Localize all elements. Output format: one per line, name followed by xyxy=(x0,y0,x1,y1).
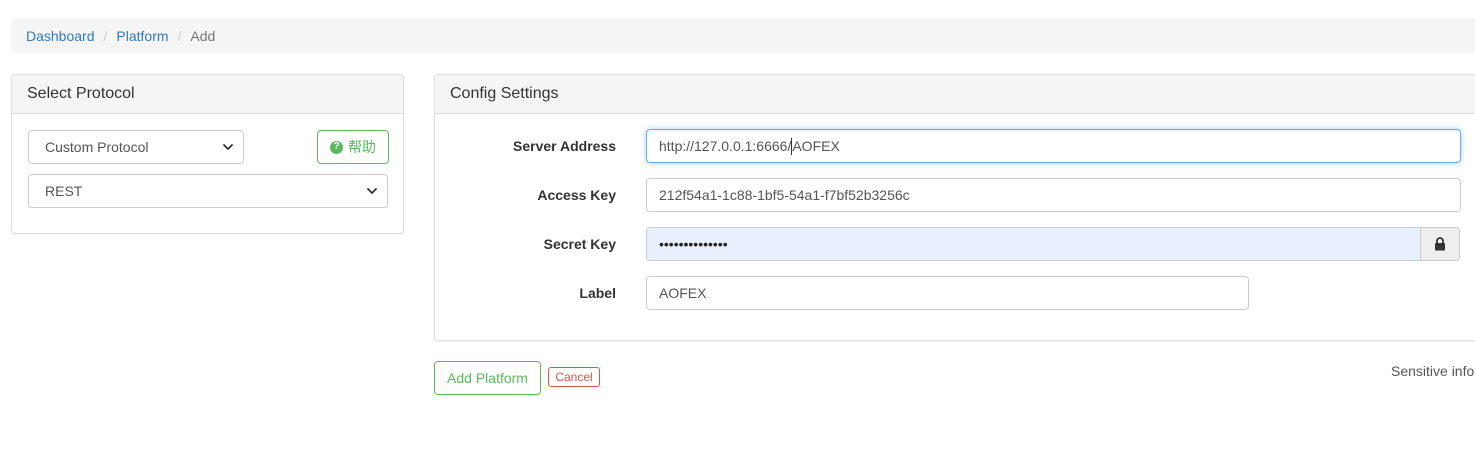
breadcrumb-separator: / xyxy=(103,27,108,44)
breadcrumb-current: Add xyxy=(190,27,216,44)
label-value: AOFEX xyxy=(659,285,707,301)
lock-icon xyxy=(1435,237,1445,251)
protocol-type-select-value: Custom Protocol xyxy=(45,139,149,155)
server-address-value-start: http://127.0.0.1:6666/ xyxy=(659,138,792,154)
protocol-select-value: REST xyxy=(45,183,83,199)
label-input[interactable]: AOFEX xyxy=(646,276,1249,310)
breadcrumb-dashboard-link[interactable]: Dashboard xyxy=(26,28,95,44)
access-key-input[interactable]: 212f54a1-1c88-1bf5-54a1-f7bf52b3256c xyxy=(646,178,1461,212)
secret-key-input[interactable]: •••••••••••••• xyxy=(646,227,1422,261)
secret-key-label: Secret Key xyxy=(543,236,616,252)
server-address-input[interactable]: http://127.0.0.1:6666/AOFEX xyxy=(646,129,1461,163)
server-address-value-end: AOFEX xyxy=(792,138,840,154)
help-button[interactable]: ? 帮助 xyxy=(317,130,389,164)
help-button-label: 帮助 xyxy=(348,139,376,155)
label-field-label: Label xyxy=(579,285,616,301)
config-settings-panel-title: Config Settings xyxy=(435,75,1475,114)
access-key-label: Access Key xyxy=(537,187,616,203)
question-circle-icon: ? xyxy=(330,140,343,154)
server-address-label: Server Address xyxy=(513,138,616,154)
config-settings-panel: Config Settings Server Address http://12… xyxy=(434,74,1475,341)
secret-key-masked-value: •••••••••••••• xyxy=(659,236,728,252)
select-protocol-panel: Select Protocol Custom Protocol ? 帮助 RES… xyxy=(11,74,404,234)
secret-key-lock-button[interactable] xyxy=(1420,227,1460,261)
sensitive-info-note: Sensitive info xyxy=(1391,363,1475,379)
cancel-button[interactable]: Cancel xyxy=(548,367,600,387)
breadcrumb: Dashboard / Platform / Add xyxy=(11,18,1475,53)
breadcrumb-separator: / xyxy=(177,27,182,44)
breadcrumb-platform-link[interactable]: Platform xyxy=(116,28,168,44)
chevron-down-icon xyxy=(367,188,377,194)
protocol-select[interactable]: REST xyxy=(28,174,388,208)
select-protocol-panel-title: Select Protocol xyxy=(12,75,403,114)
chevron-down-icon xyxy=(223,144,233,150)
access-key-value: 212f54a1-1c88-1bf5-54a1-f7bf52b3256c xyxy=(659,187,910,203)
add-platform-button[interactable]: Add Platform xyxy=(434,361,541,395)
protocol-type-select[interactable]: Custom Protocol xyxy=(28,130,244,164)
